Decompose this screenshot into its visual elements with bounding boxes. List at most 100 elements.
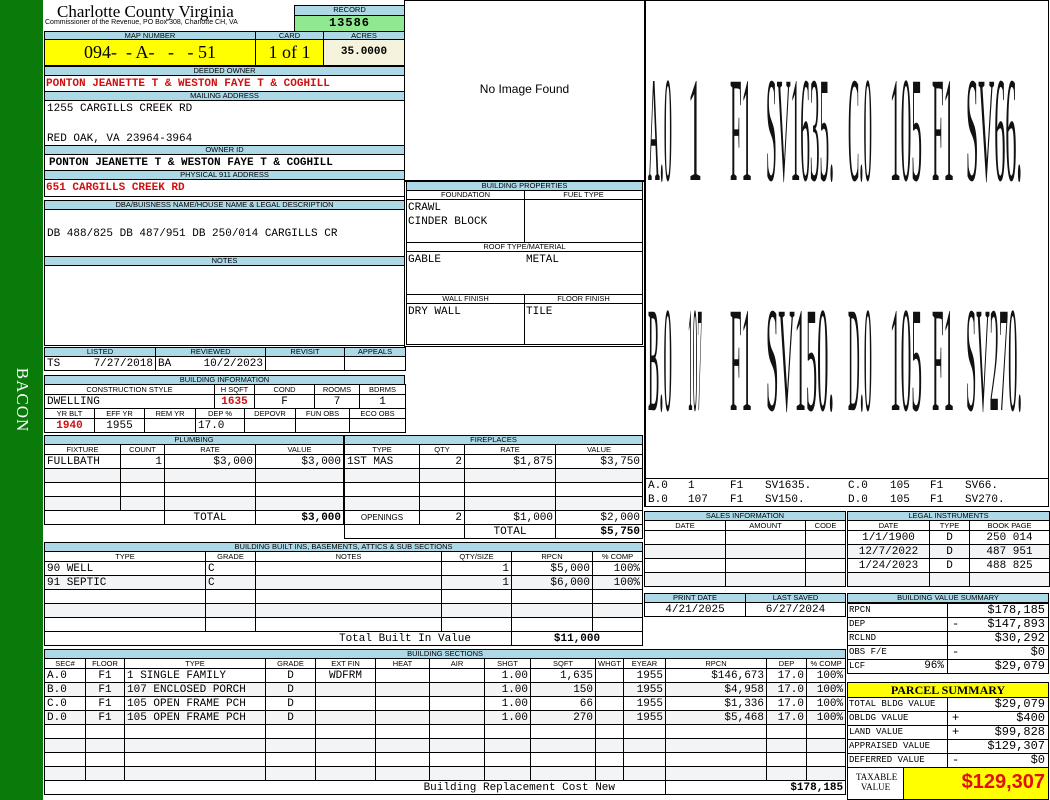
summary-label: DEFERRED VALUE	[847, 753, 948, 768]
table-cell: 17.0	[766, 668, 807, 683]
floor-finish: TILE	[526, 306, 553, 318]
table-cell	[623, 738, 666, 753]
depovr-label: DEPOVR	[244, 408, 296, 419]
fun-obs	[295, 418, 350, 433]
openings-cell: 2	[419, 510, 465, 525]
sketch-label: F1	[730, 278, 752, 443]
listed-value: TS 7/27/2018	[44, 356, 156, 371]
eyear-column-header: EYEAR	[623, 658, 666, 669]
table-row	[344, 482, 643, 497]
table-cell: 1,635	[530, 668, 596, 683]
table-cell	[530, 738, 596, 753]
table-cell	[591, 617, 644, 632]
table-cell	[847, 572, 930, 587]
table-row	[344, 468, 643, 483]
card-number: 1 of 1	[255, 39, 324, 66]
floor-finish-label: FLOOR FINISH	[524, 294, 643, 304]
summary-label: LAND VALUE	[847, 725, 948, 740]
table-cell	[315, 766, 376, 781]
table-cell: F1	[85, 710, 125, 725]
summary-label-text: LCF	[849, 661, 866, 671]
sales-title: SALES INFORMATION	[643, 511, 847, 521]
physical-address: 651 CARGILLS CREEK RD	[46, 182, 185, 194]
table-cell	[441, 603, 512, 618]
table-row	[644, 544, 847, 559]
table-cell: D	[265, 668, 316, 683]
reviewed-label: REVIEWED	[155, 347, 266, 357]
table-cell	[44, 752, 86, 767]
replacement-cost-label: Building Replacement Cost New	[44, 780, 666, 795]
ext-fin-column-header: EXT FIN	[315, 658, 376, 669]
table-cell	[441, 589, 512, 604]
eff-yr-label: EFF YR	[94, 408, 145, 419]
grade-column-header: GRADE	[205, 551, 256, 562]
building-info-table-1: CONSTRUCTION STYLE H SQFT COND ROOMS BDRMS D…	[44, 384, 406, 409]
date-column-header: DATE	[644, 520, 726, 531]
rooms: 7	[314, 394, 360, 409]
table-cell	[644, 572, 726, 587]
amount-column-header: AMOUNT	[725, 520, 806, 531]
table-cell: 17.0	[766, 696, 807, 711]
openings-cell: $1,000	[464, 510, 556, 525]
summary-label: OBLDG VALUE	[847, 711, 948, 726]
table-cell	[315, 682, 376, 697]
notes-column-header: NOTES	[255, 551, 442, 562]
table-cell: D	[929, 558, 970, 573]
fireplaces-total: $5,750	[555, 524, 643, 539]
cond-label: COND	[254, 384, 315, 395]
listed-by: TS	[47, 357, 61, 370]
qty-size-column-header: QTY/SIZE	[441, 551, 512, 562]
table-cell	[255, 617, 442, 632]
table-cell	[205, 617, 256, 632]
foundation-value-1: CRAWL	[408, 202, 442, 214]
hsqft: 1635	[214, 394, 255, 409]
summary-label: DEP	[847, 617, 948, 632]
bdrms-label: BDRMS	[359, 384, 406, 395]
table-cell	[344, 482, 420, 497]
table-cell	[164, 468, 256, 483]
date-column-header: DATE	[847, 520, 930, 531]
table-row	[44, 617, 644, 632]
table-cell	[804, 572, 847, 587]
sketch-legend-item: SV150.	[765, 494, 805, 506]
legal-title: LEGAL INSTRUMENTS	[846, 511, 1050, 521]
no-image-text: No Image Found	[479, 82, 570, 96]
table-row	[44, 603, 644, 618]
table-cell	[766, 724, 807, 739]
summary-value: $29,079	[947, 659, 1049, 674]
type-column-header: TYPE	[929, 520, 970, 531]
table-cell	[419, 482, 465, 497]
summary-label: OBS F/E	[847, 645, 948, 660]
type-column-header: TYPE	[344, 444, 420, 455]
table-cell	[511, 589, 593, 604]
table-cell	[725, 558, 806, 573]
appeals-label: APPEALS	[344, 347, 406, 357]
table-cell: 1	[120, 454, 165, 469]
summary-value: $29,079	[947, 697, 1049, 712]
map-number: 094- - A- - - 51	[44, 39, 256, 66]
roof-type: GABLE	[408, 254, 442, 266]
table-cell: 91 SEPTIC	[44, 575, 206, 590]
table-cell: 12/7/2022	[847, 544, 930, 559]
value-column-header: VALUE	[555, 444, 643, 455]
table-cell: $5,000	[511, 561, 593, 576]
table-cell: 1.00	[484, 696, 531, 711]
sketch-legend-item: 107	[688, 494, 708, 506]
table-cell: 488 825	[968, 558, 1050, 573]
table-cell	[429, 682, 485, 697]
table-cell	[265, 738, 316, 753]
table-cell: 1.00	[484, 710, 531, 725]
table-row: 91 SEPTIC C 1 $6,000 100%	[44, 575, 644, 590]
table-cell	[255, 603, 442, 618]
table-cell	[375, 682, 430, 697]
table-cell	[804, 558, 847, 573]
sketch-legend-item: F1	[730, 480, 744, 492]
replacement-cost-value: $178,185	[664, 780, 847, 795]
sketch-label: 105	[890, 278, 922, 443]
table-cell	[344, 468, 420, 483]
table-cell: 100%	[805, 710, 847, 725]
table-cell	[766, 766, 807, 781]
table-cell: $3,750	[555, 454, 643, 469]
listed-date: 7/27/2018	[93, 357, 153, 370]
table-cell	[85, 752, 125, 767]
